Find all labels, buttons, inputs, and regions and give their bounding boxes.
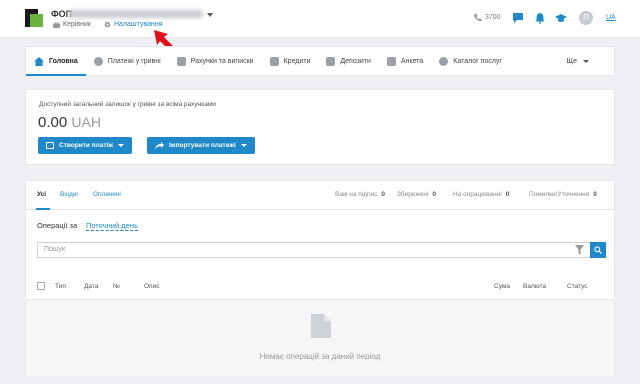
- chat-icon[interactable]: [512, 12, 524, 24]
- nav-item-catalog[interactable]: Каталог послуг: [431, 47, 510, 75]
- stat-count: 0: [432, 191, 436, 198]
- nav-more-dropdown[interactable]: Ще: [567, 58, 589, 65]
- column-description[interactable]: Опис: [144, 283, 159, 290]
- stat-to-sign[interactable]: Вам на підпис 0: [335, 191, 385, 198]
- gear-icon: [104, 21, 111, 28]
- balance-amount: 0.00 UAH: [38, 114, 101, 131]
- column-amount[interactable]: Сума: [494, 283, 510, 290]
- document-icon: [176, 56, 186, 66]
- create-payment-button[interactable]: Створити платіж: [38, 137, 132, 154]
- language-switch[interactable]: UA: [606, 14, 616, 21]
- tab-all[interactable]: Усі: [37, 191, 46, 198]
- stat-label: На опрацюванні: [453, 191, 502, 198]
- phone-icon: [473, 13, 482, 22]
- column-number[interactable]: №: [113, 283, 120, 290]
- select-all-checkbox[interactable]: [37, 282, 45, 290]
- search-button[interactable]: [590, 242, 606, 258]
- stat-errors[interactable]: Помилки/Уточнення 0: [529, 191, 597, 198]
- column-date[interactable]: Дата: [84, 283, 98, 290]
- form-icon: [386, 56, 396, 66]
- nav-label: Депозити: [340, 57, 371, 65]
- company-dropdown-caret-icon[interactable]: [207, 13, 213, 17]
- stat-processing[interactable]: На опрацюванні 0: [453, 191, 509, 198]
- empty-state: Немає операцій за даний період: [26, 300, 614, 376]
- nav-label: Кредити: [283, 57, 311, 65]
- period-label: Операції за: [37, 221, 78, 230]
- empty-document-icon: [311, 314, 331, 338]
- empty-state-text: Немає операцій за даний період: [259, 352, 381, 361]
- column-type[interactable]: Тип: [55, 283, 66, 290]
- phone-number[interactable]: 3700: [473, 13, 501, 22]
- briefcase-icon: [53, 21, 60, 28]
- phone-label: 3700: [485, 14, 501, 21]
- create-payment-label: Створити платіж: [59, 142, 113, 149]
- deposit-icon: [326, 56, 336, 66]
- import-payments-button[interactable]: Імпортувати платежі: [147, 137, 255, 154]
- filter-icon[interactable]: [575, 245, 584, 255]
- role-label: Керівник: [63, 21, 91, 28]
- hryvnia-icon: [93, 56, 103, 66]
- tab-paid[interactable]: Оплачені: [93, 191, 121, 198]
- nav-label: Платежі у гривні: [107, 57, 161, 65]
- operations-card: Усі Вхідні Оплачені Вам на підпис 0 Збере…: [25, 180, 615, 376]
- nav-label: Анкета: [400, 57, 424, 65]
- bank-logo[interactable]: [25, 9, 43, 27]
- company-name-redacted: [68, 10, 203, 18]
- chevron-down-icon: [117, 144, 124, 147]
- nav-more-label: Ще: [566, 57, 577, 65]
- home-icon: [34, 56, 44, 66]
- top-header: ФОП Керівник Налаштування 3700 П UA: [0, 0, 640, 59]
- stat-label: Помилки/Уточнення: [529, 191, 590, 198]
- column-status[interactable]: Статус: [567, 283, 588, 290]
- stat-count: 0: [593, 191, 597, 198]
- import-payments-label: Імпортувати платежі: [169, 142, 236, 149]
- bank-icon: [269, 56, 279, 66]
- balance-currency: UAH: [71, 114, 101, 130]
- nav-item-payments-uah[interactable]: Платежі у гривні: [86, 47, 169, 75]
- settings-link[interactable]: Налаштування: [104, 21, 162, 28]
- graduation-cap-icon[interactable]: [555, 12, 567, 24]
- nav-item-form[interactable]: Анкета: [379, 47, 431, 75]
- search-input[interactable]: Пошук: [37, 242, 591, 258]
- wallet-icon: [46, 142, 54, 149]
- user-role: Керівник: [53, 21, 91, 28]
- active-tab-indicator: [36, 208, 50, 210]
- nav-item-deposits[interactable]: Депозити: [318, 47, 378, 75]
- stat-label: Збережені: [397, 191, 429, 198]
- operations-tabs: Усі Вхідні Оплачені Вам на підпис 0 Збере…: [26, 181, 614, 210]
- balance-label: Доступний загальний залишок у гривні за …: [39, 101, 216, 108]
- nav-item-accounts[interactable]: Рахунки та виписки: [169, 47, 262, 75]
- notification-bell-icon[interactable]: [534, 12, 546, 24]
- period-selector[interactable]: Поточний день: [86, 221, 138, 231]
- nav-label: Рахунки та виписки: [190, 57, 254, 65]
- balance-card: Доступний загальний залишок у гривні за …: [25, 89, 615, 165]
- settings-label: Налаштування: [114, 21, 163, 28]
- table-header: Тип Дата № Опис Сума Валюта Статус: [37, 282, 607, 295]
- stat-saved[interactable]: Збережені 0: [397, 191, 436, 198]
- nav-label: Головна: [49, 57, 78, 65]
- share-arrow-icon: [155, 142, 164, 149]
- nav-label: Каталог послуг: [453, 57, 502, 65]
- chevron-down-icon: [240, 144, 247, 147]
- stat-count: 0: [381, 191, 386, 198]
- stat-count: 0: [505, 191, 510, 198]
- tab-incoming[interactable]: Вхідні: [60, 191, 78, 198]
- column-currency[interactable]: Валюта: [523, 283, 546, 290]
- nav-item-credits[interactable]: Кредити: [262, 47, 319, 75]
- main-nav: Головна Платежі у гривні Рахунки та випи…: [25, 46, 615, 76]
- nav-item-home[interactable]: Головна: [26, 47, 86, 76]
- chevron-down-icon: [583, 59, 589, 63]
- balance-value: 0.00: [38, 114, 68, 131]
- stat-label: Вам на підпис: [335, 191, 378, 198]
- user-avatar[interactable]: П: [579, 11, 593, 25]
- search-icon: [594, 246, 602, 254]
- catalog-icon: [439, 56, 449, 66]
